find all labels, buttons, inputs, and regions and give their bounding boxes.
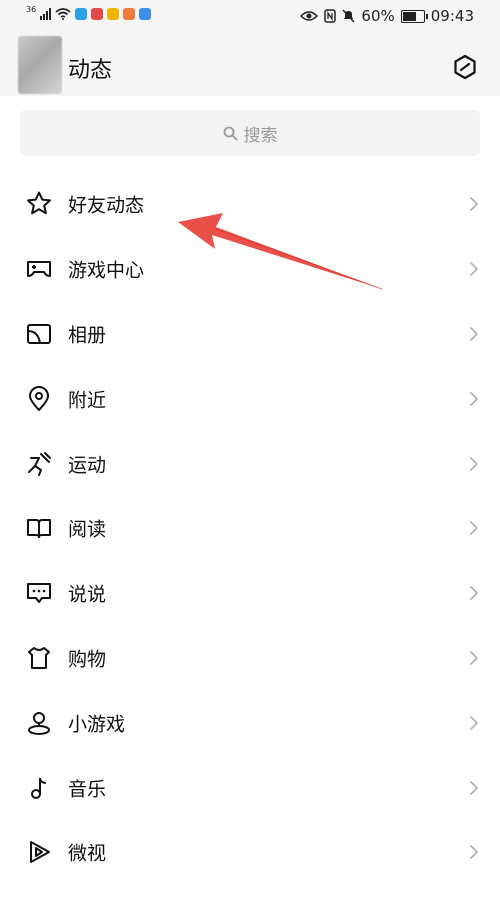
menu-item-album[interactable]: 相册 bbox=[0, 302, 500, 367]
status-left: 36 bbox=[26, 4, 152, 20]
feature-menu: 好友动态 游戏中心 相册 附近 运动 阅读 说说 购物 小游戏 音乐 微视 bbox=[0, 172, 500, 885]
menu-item-mini-games[interactable]: 小游戏 bbox=[0, 690, 500, 755]
menu-item-friend-feeds[interactable]: 好友动态 bbox=[0, 172, 500, 237]
mini-game-icon bbox=[28, 711, 50, 735]
menu-label: 附近 bbox=[68, 389, 107, 412]
star-icon bbox=[27, 191, 51, 215]
chevron-right-icon bbox=[470, 197, 478, 212]
chevron-right-icon bbox=[470, 391, 478, 406]
menu-item-music[interactable]: 音乐 bbox=[0, 755, 500, 820]
status-right: 60% 09:43 bbox=[300, 7, 474, 25]
menu-item-nearby[interactable]: 附近 bbox=[0, 366, 500, 431]
gamepad-icon bbox=[27, 261, 51, 278]
chat-bubble-icon bbox=[27, 583, 51, 604]
menu-item-reading[interactable]: 阅读 bbox=[0, 496, 500, 561]
book-icon bbox=[27, 519, 51, 539]
orange-app-icon bbox=[123, 8, 136, 20]
wifi-icon bbox=[55, 8, 71, 20]
header: 动态 bbox=[0, 34, 500, 96]
yellow-app-icon bbox=[107, 8, 120, 20]
signal-icon bbox=[40, 8, 52, 20]
chevron-right-icon bbox=[470, 651, 478, 665]
menu-label: 购物 bbox=[68, 648, 107, 671]
menu-label: 游戏中心 bbox=[68, 259, 145, 282]
menu-label: 微视 bbox=[68, 842, 107, 865]
settings-hexagon-icon[interactable] bbox=[452, 54, 478, 80]
search-placeholder: 搜索 bbox=[243, 125, 278, 146]
page-title: 动态 bbox=[68, 58, 113, 83]
nfc-icon bbox=[324, 9, 337, 23]
chevron-right-icon bbox=[470, 521, 478, 536]
menu-label: 运动 bbox=[68, 454, 107, 477]
menu-item-weishi[interactable]: 微视 bbox=[0, 820, 500, 885]
cloud-app-icon bbox=[139, 8, 152, 20]
menu-item-game-center[interactable]: 游戏中心 bbox=[0, 237, 500, 302]
menu-label: 相册 bbox=[68, 324, 107, 347]
chevron-right-icon bbox=[470, 780, 478, 795]
music-note-icon bbox=[31, 777, 46, 799]
menu-label: 说说 bbox=[68, 583, 107, 606]
red-app-icon bbox=[91, 8, 104, 20]
clock: 09:43 bbox=[430, 7, 474, 25]
chevron-right-icon bbox=[470, 262, 478, 277]
menu-label: 阅读 bbox=[68, 518, 107, 541]
menu-label: 好友动态 bbox=[68, 194, 145, 217]
menu-label: 音乐 bbox=[68, 778, 107, 801]
shopping-bag-icon bbox=[28, 646, 50, 669]
menu-item-talk[interactable]: 说说 bbox=[0, 561, 500, 626]
chevron-right-icon bbox=[470, 327, 478, 341]
chevron-right-icon bbox=[470, 715, 478, 730]
network-type: 36 bbox=[26, 4, 37, 14]
eye-icon bbox=[300, 11, 319, 21]
chevron-right-icon bbox=[470, 456, 478, 471]
menu-item-sports[interactable]: 运动 bbox=[0, 431, 500, 496]
chevron-right-icon bbox=[470, 845, 478, 860]
search-app-icon bbox=[75, 8, 88, 20]
avatar[interactable] bbox=[18, 36, 62, 94]
chevron-right-icon bbox=[470, 586, 478, 601]
mute-bell-icon bbox=[342, 9, 355, 23]
battery-percent: 60% bbox=[361, 7, 395, 25]
search-input[interactable]: 搜索 bbox=[20, 110, 480, 156]
running-icon bbox=[28, 451, 51, 476]
menu-label: 小游戏 bbox=[68, 713, 126, 736]
search-icon bbox=[223, 126, 237, 140]
status-bar: 36 60% 09:43 bbox=[0, 0, 500, 34]
menu-item-shopping[interactable]: 购物 bbox=[0, 626, 500, 691]
battery-icon bbox=[400, 9, 428, 23]
album-icon bbox=[27, 323, 51, 344]
search-area: 搜索 bbox=[0, 96, 500, 172]
play-icon bbox=[30, 841, 50, 864]
location-pin-icon bbox=[29, 385, 49, 411]
